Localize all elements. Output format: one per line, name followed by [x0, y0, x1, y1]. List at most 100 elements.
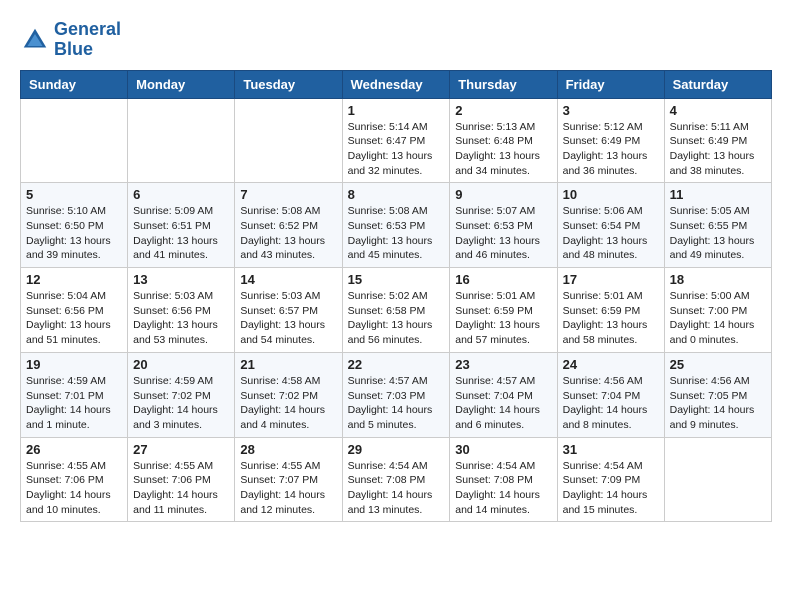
calendar-cell: 30 Sunrise: 4:54 AM Sunset: 7:08 PM Dayli…	[450, 437, 557, 522]
page-header: General Blue	[20, 20, 772, 60]
calendar-week-row: 12 Sunrise: 5:04 AM Sunset: 6:56 PM Dayli…	[21, 268, 772, 353]
day-info: Sunrise: 5:01 AM Sunset: 6:59 PM Dayligh…	[563, 289, 659, 348]
day-info: Sunrise: 4:54 AM Sunset: 7:08 PM Dayligh…	[348, 459, 445, 518]
day-number: 24	[563, 357, 659, 372]
day-number: 26	[26, 442, 122, 457]
day-number: 31	[563, 442, 659, 457]
day-info: Sunrise: 4:55 AM Sunset: 7:07 PM Dayligh…	[240, 459, 336, 518]
day-info: Sunrise: 4:55 AM Sunset: 7:06 PM Dayligh…	[26, 459, 122, 518]
day-number: 13	[133, 272, 229, 287]
day-number: 22	[348, 357, 445, 372]
day-number: 9	[455, 187, 551, 202]
calendar-cell: 11Sunrise: 5:05 AM Sunset: 6:55 PM Dayli…	[664, 183, 771, 268]
weekday-header: Wednesday	[342, 70, 450, 98]
day-info: Sunrise: 5:01 AM Sunset: 6:59 PM Dayligh…	[455, 289, 551, 348]
day-info: Sunrise: 4:59 AM Sunset: 7:02 PM Dayligh…	[133, 374, 229, 433]
calendar-cell	[664, 437, 771, 522]
day-number: 8	[348, 187, 445, 202]
calendar-cell: 19Sunrise: 4:59 AM Sunset: 7:01 PM Dayli…	[21, 352, 128, 437]
day-info: Sunrise: 4:55 AM Sunset: 7:06 PM Dayligh…	[133, 459, 229, 518]
day-info: Sunrise: 5:03 AM Sunset: 6:56 PM Dayligh…	[133, 289, 229, 348]
calendar-cell	[235, 98, 342, 183]
day-info: Sunrise: 5:14 AM Sunset: 6:47 PM Dayligh…	[348, 120, 445, 179]
day-info: Sunrise: 5:08 AM Sunset: 6:52 PM Dayligh…	[240, 204, 336, 263]
calendar-cell: 5Sunrise: 5:10 AM Sunset: 6:50 PM Daylig…	[21, 183, 128, 268]
calendar-cell: 6 Sunrise: 5:09 AM Sunset: 6:51 PM Daylig…	[128, 183, 235, 268]
calendar-cell: 23 Sunrise: 4:57 AM Sunset: 7:04 PM Dayli…	[450, 352, 557, 437]
day-number: 6	[133, 187, 229, 202]
day-info: Sunrise: 4:56 AM Sunset: 7:04 PM Dayligh…	[563, 374, 659, 433]
weekday-header: Saturday	[664, 70, 771, 98]
calendar-cell: 18 Sunrise: 5:00 AM Sunset: 7:00 PM Dayli…	[664, 268, 771, 353]
day-number: 27	[133, 442, 229, 457]
calendar-cell: 13 Sunrise: 5:03 AM Sunset: 6:56 PM Dayli…	[128, 268, 235, 353]
calendar-cell: 28 Sunrise: 4:55 AM Sunset: 7:07 PM Dayli…	[235, 437, 342, 522]
day-number: 29	[348, 442, 445, 457]
calendar-cell: 4 Sunrise: 5:11 AM Sunset: 6:49 PM Daylig…	[664, 98, 771, 183]
day-info: Sunrise: 5:04 AM Sunset: 6:56 PM Dayligh…	[26, 289, 122, 348]
day-info: Sunrise: 4:54 AM Sunset: 7:08 PM Dayligh…	[455, 459, 551, 518]
weekday-header: Friday	[557, 70, 664, 98]
weekday-header: Monday	[128, 70, 235, 98]
day-info: Sunrise: 5:12 AM Sunset: 6:49 PM Dayligh…	[563, 120, 659, 179]
day-number: 28	[240, 442, 336, 457]
day-number: 23	[455, 357, 551, 372]
weekday-header: Sunday	[21, 70, 128, 98]
day-info: Sunrise: 4:56 AM Sunset: 7:05 PM Dayligh…	[670, 374, 766, 433]
calendar-cell: 17Sunrise: 5:01 AM Sunset: 6:59 PM Dayli…	[557, 268, 664, 353]
calendar-cell: 26 Sunrise: 4:55 AM Sunset: 7:06 PM Dayli…	[21, 437, 128, 522]
calendar-cell: 9 Sunrise: 5:07 AM Sunset: 6:53 PM Daylig…	[450, 183, 557, 268]
logo-text: General Blue	[54, 20, 121, 60]
calendar-cell	[21, 98, 128, 183]
day-number: 16	[455, 272, 551, 287]
calendar-cell: 7 Sunrise: 5:08 AM Sunset: 6:52 PM Daylig…	[235, 183, 342, 268]
calendar-cell: 21Sunrise: 4:58 AM Sunset: 7:02 PM Dayli…	[235, 352, 342, 437]
calendar-cell: 29 Sunrise: 4:54 AM Sunset: 7:08 PM Dayli…	[342, 437, 450, 522]
day-number: 21	[240, 357, 336, 372]
day-number: 30	[455, 442, 551, 457]
calendar-week-row: 26 Sunrise: 4:55 AM Sunset: 7:06 PM Dayli…	[21, 437, 772, 522]
calendar-cell: 31 Sunrise: 4:54 AM Sunset: 7:09 PM Dayli…	[557, 437, 664, 522]
day-info: Sunrise: 5:08 AM Sunset: 6:53 PM Dayligh…	[348, 204, 445, 263]
day-info: Sunrise: 5:10 AM Sunset: 6:50 PM Dayligh…	[26, 204, 122, 263]
day-info: Sunrise: 5:09 AM Sunset: 6:51 PM Dayligh…	[133, 204, 229, 263]
weekday-header: Thursday	[450, 70, 557, 98]
calendar-cell: 27 Sunrise: 4:55 AM Sunset: 7:06 PM Dayli…	[128, 437, 235, 522]
day-number: 18	[670, 272, 766, 287]
day-info: Sunrise: 5:03 AM Sunset: 6:57 PM Dayligh…	[240, 289, 336, 348]
day-info: Sunrise: 5:05 AM Sunset: 6:55 PM Dayligh…	[670, 204, 766, 263]
day-number: 1	[348, 103, 445, 118]
calendar-cell: 2Sunrise: 5:13 AM Sunset: 6:48 PM Daylig…	[450, 98, 557, 183]
calendar-cell: 16 Sunrise: 5:01 AM Sunset: 6:59 PM Dayli…	[450, 268, 557, 353]
day-info: Sunrise: 5:11 AM Sunset: 6:49 PM Dayligh…	[670, 120, 766, 179]
calendar-cell	[128, 98, 235, 183]
day-info: Sunrise: 5:00 AM Sunset: 7:00 PM Dayligh…	[670, 289, 766, 348]
day-number: 20	[133, 357, 229, 372]
day-number: 12	[26, 272, 122, 287]
day-info: Sunrise: 4:57 AM Sunset: 7:04 PM Dayligh…	[455, 374, 551, 433]
calendar-cell: 8 Sunrise: 5:08 AM Sunset: 6:53 PM Daylig…	[342, 183, 450, 268]
calendar-week-row: 1 Sunrise: 5:14 AM Sunset: 6:47 PM Daylig…	[21, 98, 772, 183]
calendar-table: SundayMondayTuesdayWednesdayThursdayFrid…	[20, 70, 772, 523]
day-number: 14	[240, 272, 336, 287]
day-number: 4	[670, 103, 766, 118]
calendar-cell: 3 Sunrise: 5:12 AM Sunset: 6:49 PM Daylig…	[557, 98, 664, 183]
day-info: Sunrise: 5:02 AM Sunset: 6:58 PM Dayligh…	[348, 289, 445, 348]
day-number: 7	[240, 187, 336, 202]
calendar-week-row: 5Sunrise: 5:10 AM Sunset: 6:50 PM Daylig…	[21, 183, 772, 268]
day-number: 19	[26, 357, 122, 372]
calendar-cell: 15Sunrise: 5:02 AM Sunset: 6:58 PM Dayli…	[342, 268, 450, 353]
day-number: 10	[563, 187, 659, 202]
day-info: Sunrise: 4:54 AM Sunset: 7:09 PM Dayligh…	[563, 459, 659, 518]
weekday-header: Tuesday	[235, 70, 342, 98]
weekday-header-row: SundayMondayTuesdayWednesdayThursdayFrid…	[21, 70, 772, 98]
day-number: 3	[563, 103, 659, 118]
logo-icon	[20, 25, 50, 55]
calendar-cell: 12 Sunrise: 5:04 AM Sunset: 6:56 PM Dayli…	[21, 268, 128, 353]
calendar-cell: 1 Sunrise: 5:14 AM Sunset: 6:47 PM Daylig…	[342, 98, 450, 183]
calendar-cell: 25 Sunrise: 4:56 AM Sunset: 7:05 PM Dayli…	[664, 352, 771, 437]
calendar-cell: 22Sunrise: 4:57 AM Sunset: 7:03 PM Dayli…	[342, 352, 450, 437]
calendar-cell: 14 Sunrise: 5:03 AM Sunset: 6:57 PM Dayli…	[235, 268, 342, 353]
day-info: Sunrise: 5:07 AM Sunset: 6:53 PM Dayligh…	[455, 204, 551, 263]
day-number: 25	[670, 357, 766, 372]
